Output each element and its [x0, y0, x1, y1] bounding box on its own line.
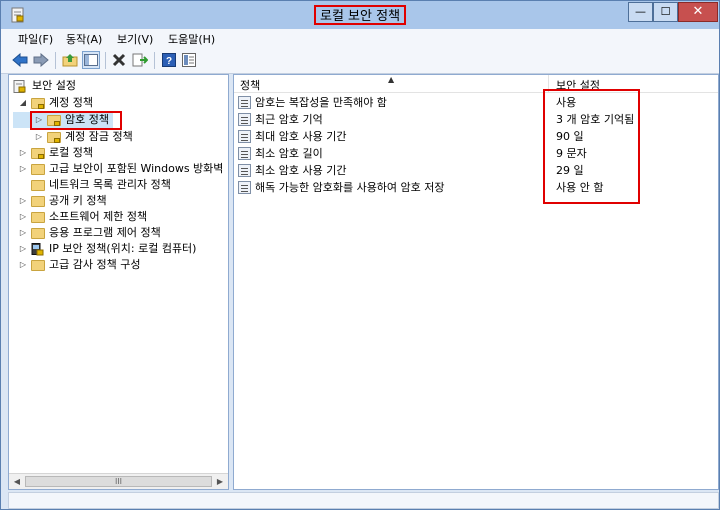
toolbar-separator — [105, 52, 106, 69]
tree-pane[interactable]: 보안 설정 ◢ 계정 정책 ▷ 암호 정책 ▷ 계정 잠금 정책 ▷ 로컬 정책 — [8, 74, 229, 490]
tree-label: 고급 감사 정책 구성 — [49, 258, 141, 271]
scroll-right-icon[interactable]: ▶ — [213, 476, 227, 488]
toolbar: ? — [1, 48, 719, 74]
help-icon[interactable]: ? — [160, 51, 178, 69]
table-row[interactable]: 최소 암호 길이 9 문자 — [234, 145, 718, 162]
scroll-left-icon[interactable]: ◀ — [10, 476, 24, 488]
tree-label: 응용 프로그램 제어 정책 — [49, 226, 161, 239]
chevron-right-icon[interactable]: ▷ — [18, 225, 28, 241]
policy-icon — [238, 164, 251, 177]
chevron-down-icon[interactable]: ◢ — [18, 95, 28, 111]
show-hide-tree-icon[interactable] — [82, 51, 100, 69]
table-row[interactable]: 최근 암호 기억 3 개 암호 기억됨 — [234, 111, 718, 128]
settings-highlight — [543, 89, 640, 204]
tree-label: 고급 보안이 포함된 Windows 방화벽 — [49, 162, 224, 175]
tree-label: 네트워크 목록 관리자 정책 — [49, 178, 171, 191]
tree-label: 소프트웨어 제한 정책 — [49, 210, 148, 223]
chevron-right-icon[interactable]: ▷ — [18, 209, 28, 225]
chevron-right-icon[interactable]: ▷ — [34, 129, 44, 145]
tree-label: IP 보안 정책(위치: 로컬 컴퓨터) — [49, 242, 197, 255]
tree-label: 계정 정책 — [49, 96, 93, 109]
list-header: 정책 ▲ 보안 설정 — [234, 75, 718, 93]
folder-icon — [31, 260, 45, 271]
folder-icon — [31, 228, 45, 239]
policy-icon — [238, 113, 251, 126]
table-row[interactable]: 최대 암호 사용 기간 90 일 — [234, 128, 718, 145]
lock-icon — [54, 138, 60, 143]
menu-bar: 파일(F) 동작(A) 보기(V) 도움말(H) — [1, 29, 719, 48]
status-bar — [8, 492, 719, 509]
tree-label: 계정 잠금 정책 — [65, 130, 133, 143]
back-arrow-icon[interactable] — [11, 51, 29, 69]
toolbar-separator — [154, 52, 155, 69]
policy-name: 해독 가능한 암호화를 사용하여 암호 저장 — [255, 181, 445, 194]
lock-icon — [38, 154, 44, 159]
title-bar[interactable]: 로컬 보안 정책 — ☐ ✕ — [1, 1, 719, 29]
folder-icon — [31, 212, 45, 223]
policy-name: 최대 암호 사용 기간 — [255, 130, 347, 143]
chevron-right-icon[interactable]: ▷ — [18, 193, 28, 209]
minimize-button[interactable]: — — [628, 2, 653, 22]
delete-icon[interactable] — [110, 51, 128, 69]
menu-help[interactable]: 도움말(H) — [168, 31, 215, 47]
policy-icon — [238, 181, 251, 194]
lock-icon — [38, 104, 44, 109]
policy-name: 최소 암호 사용 기간 — [255, 164, 347, 177]
policy-name: 암호는 복잡성을 만족해야 함 — [255, 96, 387, 109]
security-settings-icon — [13, 80, 26, 93]
svg-text:?: ? — [166, 56, 172, 67]
password-policy-highlight — [30, 111, 122, 130]
close-button[interactable]: ✕ — [678, 2, 718, 22]
folder-icon — [31, 164, 45, 175]
tree-label: 공개 키 정책 — [49, 194, 107, 207]
app-icon — [11, 7, 24, 23]
chevron-right-icon[interactable]: ▷ — [18, 161, 28, 177]
local-security-policy-window: 로컬 보안 정책 — ☐ ✕ 파일(F) 동작(A) 보기(V) 도움말(H) — [0, 0, 720, 510]
policy-icon — [238, 147, 251, 160]
toolbar-separator — [55, 52, 56, 69]
policy-icon — [238, 96, 251, 109]
forward-arrow-icon[interactable] — [32, 51, 50, 69]
table-row[interactable]: 암호는 복잡성을 만족해야 함 사용 — [234, 94, 718, 111]
chevron-right-icon[interactable]: ▷ — [18, 145, 28, 161]
scrollbar-thumb[interactable]: III — [25, 476, 212, 487]
window-title: 로컬 보안 정책 — [314, 5, 407, 25]
menu-action[interactable]: 동작(A) — [66, 31, 102, 47]
maximize-button[interactable]: ☐ — [653, 2, 678, 22]
tree-label: 보안 설정 — [32, 79, 76, 92]
tree-label: 로컬 정책 — [49, 146, 93, 159]
folder-icon — [31, 180, 45, 191]
menu-file[interactable]: 파일(F) — [18, 31, 53, 47]
policy-icon — [238, 130, 251, 143]
folder-icon — [31, 196, 45, 207]
export-list-icon[interactable] — [131, 51, 149, 69]
menu-view[interactable]: 보기(V) — [117, 31, 153, 47]
chevron-right-icon[interactable]: ▷ — [18, 241, 28, 257]
ip-security-icon — [31, 243, 44, 256]
policy-name: 최소 암호 길이 — [255, 147, 323, 160]
column-header-policy[interactable]: 정책 — [240, 77, 260, 93]
chevron-right-icon[interactable]: ▷ — [18, 257, 28, 273]
sort-ascending-icon: ▲ — [388, 75, 395, 84]
properties-icon[interactable] — [180, 51, 198, 69]
table-row[interactable]: 최소 암호 사용 기간 29 일 — [234, 162, 718, 179]
table-row[interactable]: 해독 가능한 암호화를 사용하여 암호 저장 사용 안 함 — [234, 179, 718, 196]
up-folder-icon[interactable] — [61, 51, 79, 69]
policy-list-pane[interactable]: 정책 ▲ 보안 설정 암호는 복잡성을 만족해야 함 사용 최근 암호 기억 3… — [233, 74, 719, 490]
policy-name: 최근 암호 기억 — [255, 113, 323, 126]
horizontal-scrollbar[interactable]: ◀ III ▶ — [9, 473, 228, 489]
